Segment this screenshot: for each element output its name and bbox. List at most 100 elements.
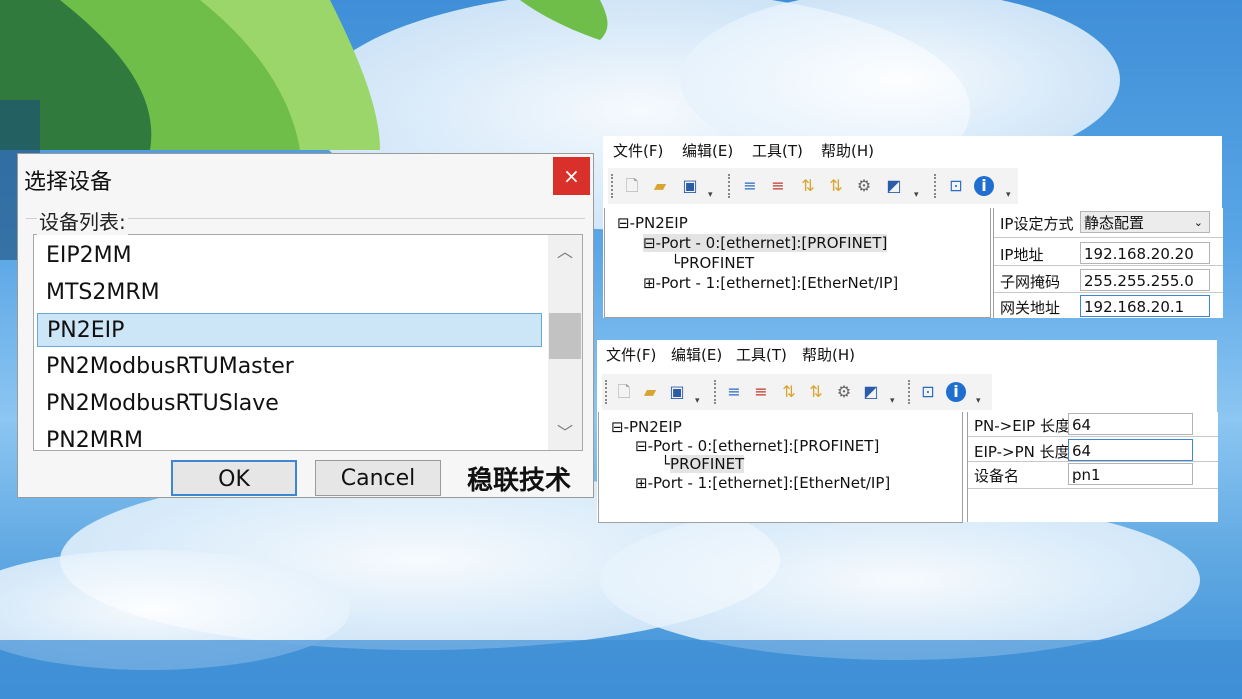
upload-icon[interactable]: ⇅ <box>798 176 818 196</box>
device-name-field[interactable]: pn1 <box>1068 463 1193 485</box>
dropdown-arrow-icon[interactable]: ▾ <box>914 190 919 200</box>
eip-pn-length-label: EIP->PN 长度 <box>974 443 1070 461</box>
ip-label: IP地址 <box>1000 246 1044 264</box>
tree-root[interactable]: ⊟-PN2EIP <box>617 214 688 232</box>
device-tree: ⊟-PN2EIP ⊟-Port - 0:[ethernet]:[PROFINET… <box>604 208 991 318</box>
tree-node-profinet[interactable]: └PROFINET <box>661 455 745 473</box>
add-module-icon[interactable]: ≡ <box>740 176 760 196</box>
collapse-icon[interactable]: ⊟ <box>617 214 630 232</box>
upload-icon[interactable]: ⇅ <box>779 382 799 402</box>
help-icon[interactable]: ⊡ <box>946 176 966 196</box>
tree-node-profinet[interactable]: └PROFINET <box>671 254 754 272</box>
download-icon[interactable]: ⇅ <box>806 382 826 402</box>
dialog-title: 选择设备 <box>24 170 113 195</box>
row-divider <box>994 265 1223 266</box>
device-list-label: 设备列表: <box>37 206 128 235</box>
expand-icon[interactable]: ⊞ <box>643 274 656 292</box>
mask-field[interactable]: 255.255.255.0 <box>1080 269 1210 291</box>
toolbar: 🗋 ▰ ▣ ▾ ≡ ≡ ⇅ ⇅ ⚙ ◩ ▾ ⊡ i ▾ <box>608 168 1018 204</box>
prop-row-pn-eip: PN->EIP 长度 64 <box>968 412 1218 438</box>
dropdown-arrow-icon[interactable]: ▾ <box>890 396 895 406</box>
collapse-icon[interactable]: ⊟ <box>611 418 624 436</box>
open-folder-icon[interactable]: ▰ <box>650 176 670 196</box>
new-file-icon[interactable]: 🗋 <box>614 382 634 402</box>
prop-row-ip: IP地址 192.168.20.20 <box>994 241 1223 267</box>
list-item[interactable]: PN2ModbusRTUMaster <box>37 350 542 384</box>
list-item[interactable]: PN2MRM <box>37 424 542 450</box>
menu-edit[interactable]: 编辑(E) <box>682 140 733 161</box>
pn-eip-length-field[interactable]: 64 <box>1068 413 1193 435</box>
list-item-selected[interactable]: PN2EIP <box>37 313 542 347</box>
pn-eip-length-label: PN->EIP 长度 <box>974 417 1070 435</box>
open-folder-icon[interactable]: ▰ <box>640 382 660 402</box>
help-icon[interactable]: ⊡ <box>918 382 938 402</box>
menu-tools[interactable]: 工具(T) <box>752 140 803 161</box>
new-file-icon[interactable]: 🗋 <box>622 176 642 196</box>
toolbar-separator <box>728 174 732 198</box>
prop-row-device-name: 设备名 pn1 <box>968 462 1218 488</box>
remove-module-icon[interactable]: ≡ <box>751 382 771 402</box>
menu-tools[interactable]: 工具(T) <box>736 344 787 365</box>
properties-panel: PN->EIP 长度 64 EIP->PN 长度 64 设备名 pn1 <box>967 412 1218 522</box>
properties-panel: IP设定方式 静态配置 ⌄ IP地址 192.168.20.20 子网掩码 25… <box>993 208 1223 318</box>
info-icon[interactable]: i <box>974 176 994 196</box>
row-divider <box>994 292 1223 293</box>
menu-edit[interactable]: 编辑(E) <box>671 344 722 365</box>
close-button[interactable]: × <box>553 157 590 195</box>
dropdown-arrow-icon[interactable]: ▾ <box>695 396 700 406</box>
gateway-label: 网关地址 <box>1000 299 1061 317</box>
settings-icon[interactable]: ⚙ <box>834 382 854 402</box>
expand-icon[interactable]: ⊞ <box>635 474 648 492</box>
edit-icon[interactable]: ◩ <box>884 176 904 196</box>
prop-row-ip-mode: IP设定方式 静态配置 ⌄ <box>994 210 1223 236</box>
dropdown-arrow-icon[interactable]: ▾ <box>1006 190 1011 200</box>
settings-icon[interactable]: ⚙ <box>854 176 874 196</box>
chevron-down-icon[interactable]: ⌄ <box>1194 212 1203 234</box>
row-divider <box>968 488 1218 489</box>
collapse-icon[interactable]: ⊟ <box>635 437 648 455</box>
dropdown-arrow-icon[interactable]: ▾ <box>708 190 713 200</box>
list-item[interactable]: MTS2MRM <box>37 276 542 310</box>
prop-row-mask: 子网掩码 255.255.255.0 <box>994 268 1223 294</box>
scrollbar-thumb[interactable] <box>549 313 581 359</box>
list-item[interactable]: PN2ModbusRTUSlave <box>37 387 542 421</box>
toolbar-grip <box>605 380 609 404</box>
device-list[interactable]: EIP2MM MTS2MRM PN2EIP PN2ModbusRTUMaster… <box>33 234 583 451</box>
toolbar-separator <box>714 380 718 404</box>
eip-pn-length-field[interactable]: 64 <box>1068 439 1193 461</box>
ip-field[interactable]: 192.168.20.20 <box>1080 242 1210 264</box>
menu-help[interactable]: 帮助(H) <box>821 140 874 161</box>
gateway-field[interactable]: 192.168.20.1 <box>1080 295 1210 317</box>
list-scrollbar[interactable]: ︿ ﹀ <box>548 235 582 450</box>
collapse-icon[interactable]: ⊟ <box>643 234 656 252</box>
download-icon[interactable]: ⇅ <box>826 176 846 196</box>
ip-mode-select[interactable]: 静态配置 ⌄ <box>1080 211 1210 233</box>
chevron-down-icon[interactable]: ﹀ <box>548 416 582 450</box>
remove-module-icon[interactable]: ≡ <box>768 176 788 196</box>
toolbar: 🗋 ▰ ▣ ▾ ≡ ≡ ⇅ ⇅ ⚙ ◩ ▾ ⊡ i ▾ <box>602 374 992 410</box>
chevron-up-icon[interactable]: ︿ <box>548 235 582 269</box>
edit-icon[interactable]: ◩ <box>861 382 881 402</box>
ok-button[interactable]: OK <box>171 460 297 496</box>
save-icon[interactable]: ▣ <box>680 176 700 196</box>
ip-mode-label: IP设定方式 <box>1000 215 1074 233</box>
dropdown-arrow-icon[interactable]: ▾ <box>976 396 981 406</box>
tree-root[interactable]: ⊟-PN2EIP <box>611 418 682 436</box>
toolbar-grip <box>611 174 615 198</box>
tree-node-port1[interactable]: ⊞-Port - 1:[ethernet]:[EtherNet/IP] <box>635 474 890 492</box>
list-item[interactable]: EIP2MM <box>37 239 542 273</box>
menu-file[interactable]: 文件(F) <box>613 140 663 161</box>
config-window-top: 文件(F) 编辑(E) 工具(T) 帮助(H) 🗋 ▰ ▣ ▾ ≡ ≡ ⇅ ⇅ … <box>603 136 1223 318</box>
row-divider <box>968 436 1218 437</box>
menu-file[interactable]: 文件(F) <box>606 344 656 365</box>
tree-node-port1[interactable]: ⊞-Port - 1:[ethernet]:[EtherNet/IP] <box>643 274 898 292</box>
mask-label: 子网掩码 <box>1000 273 1061 291</box>
tree-node-port0[interactable]: ⊟-Port - 0:[ethernet]:[PROFINET] <box>635 437 879 455</box>
device-name-label: 设备名 <box>974 467 1020 485</box>
add-module-icon[interactable]: ≡ <box>724 382 744 402</box>
save-icon[interactable]: ▣ <box>667 382 687 402</box>
cancel-button[interactable]: Cancel <box>315 460 441 496</box>
tree-node-port0[interactable]: ⊟-Port - 0:[ethernet]:[PROFINET] <box>643 234 888 252</box>
info-icon[interactable]: i <box>946 382 966 402</box>
menu-help[interactable]: 帮助(H) <box>802 344 855 365</box>
